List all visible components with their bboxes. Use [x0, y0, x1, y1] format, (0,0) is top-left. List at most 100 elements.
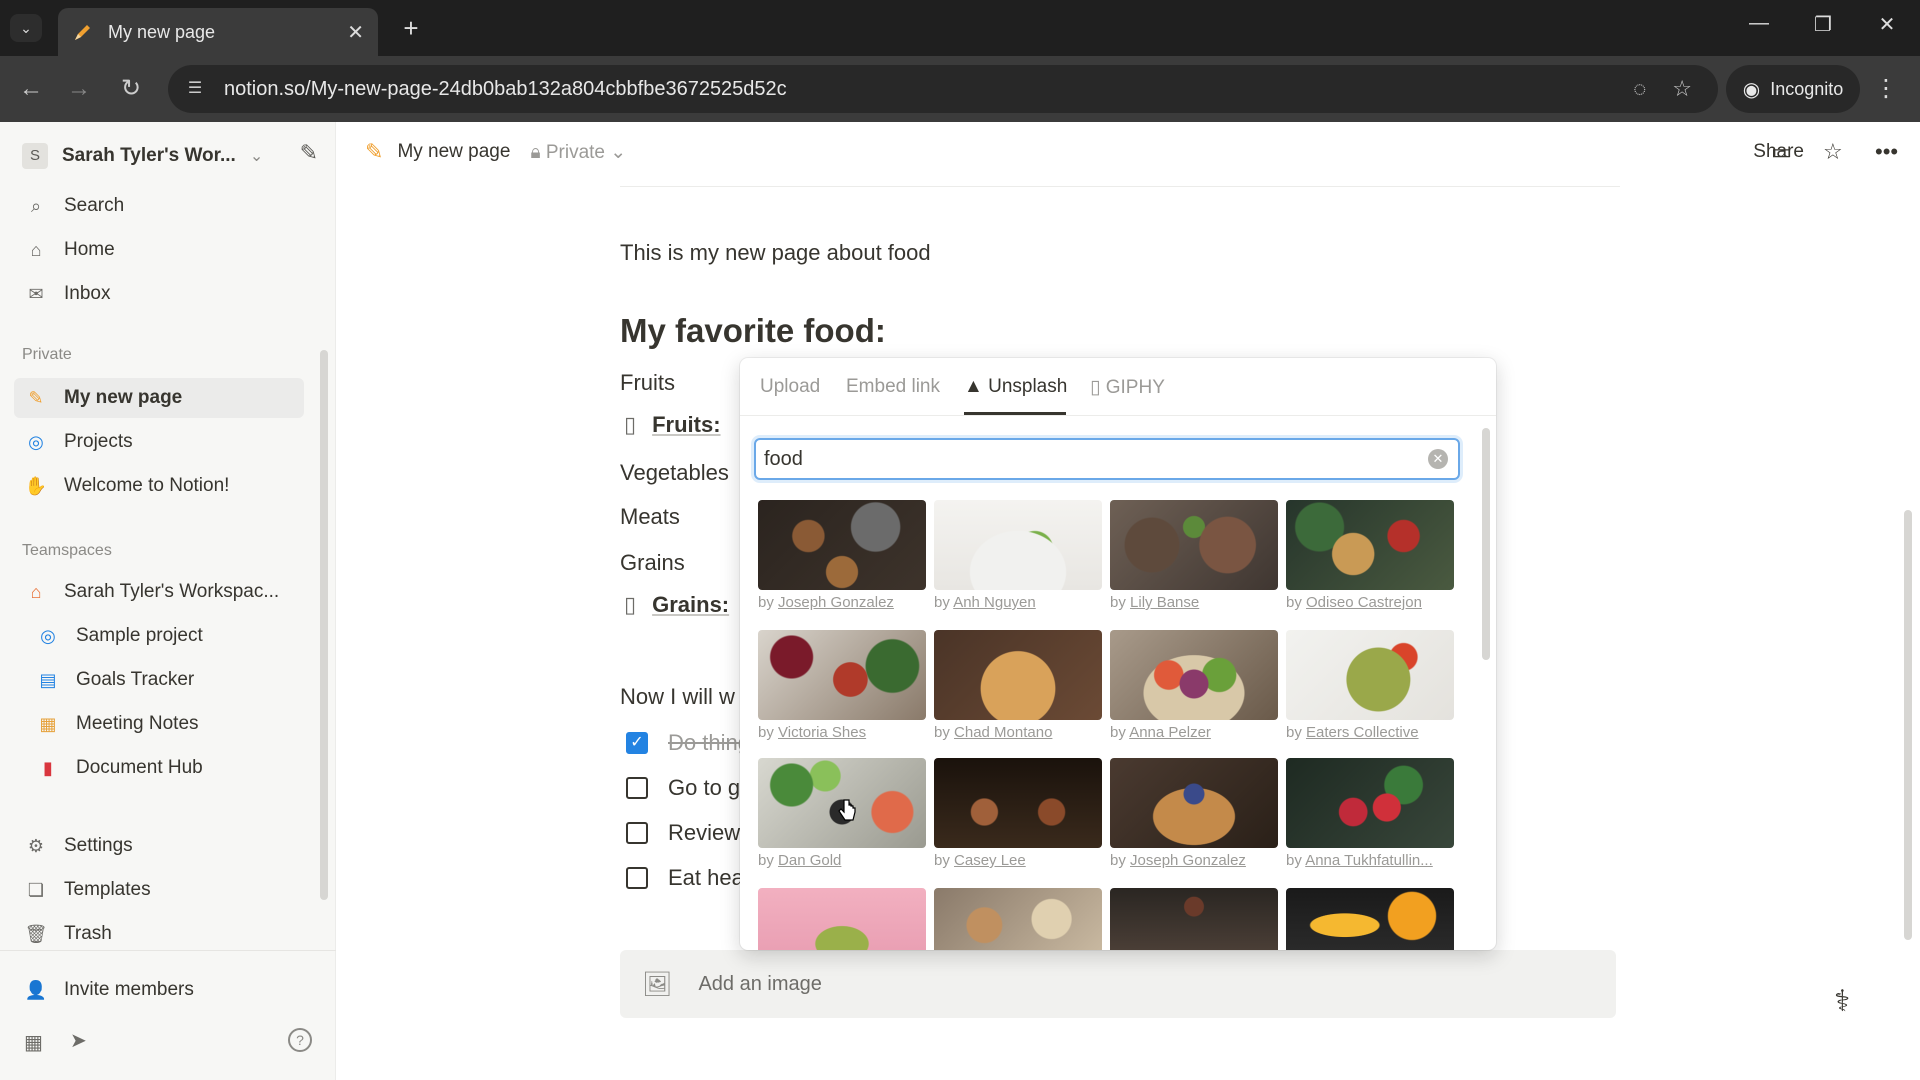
- author-link[interactable]: Anna Pelzer: [1129, 724, 1211, 741]
- tab-upload[interactable]: Upload: [760, 376, 820, 398]
- unsplash-photo[interactable]: [1110, 888, 1278, 950]
- url-text[interactable]: notion.so/My-new-page-24db0bab132a804cbb…: [224, 78, 1633, 101]
- forward-icon[interactable]: →: [64, 74, 94, 104]
- unsplash-photo[interactable]: [758, 888, 926, 950]
- reload-icon[interactable]: ↻: [116, 74, 146, 104]
- comment-icon[interactable]: ▭: [1771, 139, 1792, 165]
- clear-search-icon[interactable]: ✕: [1428, 449, 1448, 469]
- checkbox[interactable]: [626, 822, 648, 844]
- grains-subpage-link[interactable]: ▯ Grains:: [624, 592, 729, 618]
- close-window-icon[interactable]: ✕: [1872, 12, 1902, 37]
- unsplash-photo[interactable]: [1286, 500, 1454, 590]
- incognito-badge[interactable]: ◉ Incognito: [1726, 65, 1860, 113]
- unsplash-photo[interactable]: [758, 500, 926, 590]
- breadcrumb[interactable]: My new page: [397, 141, 510, 163]
- send-icon[interactable]: ➤: [70, 1028, 87, 1053]
- fruits-text[interactable]: Fruits: [620, 370, 675, 396]
- invite-members-button[interactable]: 👤 Invite members: [14, 970, 304, 1010]
- author-link[interactable]: Eaters Collective: [1306, 724, 1419, 741]
- unsplash-photo[interactable]: [1110, 630, 1278, 720]
- tab-search-button[interactable]: ⌄: [10, 14, 42, 42]
- back-icon[interactable]: ←: [16, 74, 46, 104]
- meats-text[interactable]: Meats: [620, 504, 680, 530]
- checkbox[interactable]: [626, 867, 648, 889]
- now-text[interactable]: Now I will w: [620, 684, 735, 710]
- grains-text[interactable]: Grains: [620, 550, 685, 576]
- picker-scrollbar[interactable]: [1482, 428, 1490, 660]
- favorite-star-icon[interactable]: ☆: [1823, 139, 1843, 165]
- new-tab-button[interactable]: +: [396, 14, 426, 44]
- omnibox[interactable]: ☰ notion.so/My-new-page-24db0bab132a804c…: [168, 65, 1718, 113]
- unsplash-photo[interactable]: [1286, 630, 1454, 720]
- author-link[interactable]: Victoria Shes: [778, 724, 866, 741]
- todo-item[interactable]: ✓ Do thing: [626, 730, 750, 756]
- sidebar-item-projects[interactable]: ◎ Projects: [14, 422, 304, 462]
- author-link[interactable]: Joseph Gonzalez: [1130, 852, 1246, 869]
- author-link[interactable]: Lily Banse: [1130, 594, 1199, 611]
- restore-icon[interactable]: ❐: [1808, 12, 1838, 37]
- unsplash-photo[interactable]: [934, 758, 1102, 848]
- unsplash-photo[interactable]: [1110, 500, 1278, 590]
- star-icon[interactable]: ☆: [1672, 76, 1692, 102]
- unsplash-photo[interactable]: [1286, 888, 1454, 950]
- unsplash-search-input[interactable]: [764, 447, 1404, 471]
- tab-label: Unsplash: [988, 376, 1068, 397]
- site-info-icon[interactable]: ☰: [182, 76, 208, 102]
- author-link[interactable]: Anh Nguyen: [953, 594, 1036, 611]
- sidebar-item-meeting-notes[interactable]: ▦ Meeting Notes: [26, 704, 316, 744]
- sidebar-item-search[interactable]: ⌕ Search: [14, 186, 304, 226]
- sidebar-item-teamspace[interactable]: ⌂ Sarah Tyler's Workspac...: [14, 572, 304, 612]
- ai-assistant-icon[interactable]: ⚕: [1834, 984, 1850, 1019]
- new-page-icon[interactable]: ✎: [300, 140, 318, 166]
- todo-item[interactable]: Go to gr: [626, 775, 747, 801]
- tab-giphy[interactable]: ▯ GIPHY: [1090, 376, 1165, 399]
- unsplash-photo[interactable]: [934, 630, 1102, 720]
- tab-unsplash[interactable]: ▲ Unsplash: [964, 376, 1067, 398]
- author-link[interactable]: Casey Lee: [954, 852, 1026, 869]
- sidebar-item-home[interactable]: ⌂ Home: [14, 230, 304, 270]
- unsplash-search-field[interactable]: ✕: [754, 438, 1460, 480]
- author-link[interactable]: Odiseo Castrejon: [1306, 594, 1422, 611]
- eye-off-icon[interactable]: ◌: [1633, 76, 1646, 102]
- privacy-badge[interactable]: 🔒︎ Private ⌄: [530, 141, 626, 164]
- close-tab-icon[interactable]: ✕: [347, 20, 364, 45]
- sidebar-item-trash[interactable]: 🗑 Trash: [14, 914, 304, 954]
- workspace-switcher[interactable]: S Sarah Tyler's Wor... ⌄ ✎: [22, 138, 318, 174]
- intro-text[interactable]: This is my new page about food: [620, 240, 931, 266]
- browser-menu-icon[interactable]: ⋮: [1874, 74, 1898, 103]
- unsplash-photo[interactable]: [934, 888, 1102, 950]
- main-scrollbar[interactable]: [1904, 510, 1912, 940]
- author-link[interactable]: Joseph Gonzalez: [778, 594, 894, 611]
- vegetables-text[interactable]: Vegetables: [620, 460, 729, 486]
- browser-tab[interactable]: My new page ✕: [58, 8, 378, 56]
- unsplash-photo[interactable]: [758, 630, 926, 720]
- todo-item[interactable]: Eat heal: [626, 865, 749, 891]
- sidebar-item-templates[interactable]: ❏ Templates: [14, 870, 304, 910]
- sidebar-item-my-new-page[interactable]: ✎ My new page: [14, 378, 304, 418]
- unsplash-photo[interactable]: [1286, 758, 1454, 848]
- checkbox-checked[interactable]: ✓: [626, 732, 648, 754]
- sidebar-item-welcome[interactable]: ✋ Welcome to Notion!: [14, 466, 304, 506]
- author-link[interactable]: Dan Gold: [778, 852, 841, 869]
- author-link[interactable]: Anna Tukhfatullin...: [1305, 852, 1433, 869]
- page-heading[interactable]: My favorite food:: [620, 312, 886, 350]
- sidebar-item-document-hub[interactable]: ▮ Document Hub: [26, 748, 316, 788]
- sidebar-item-settings[interactable]: ⚙ Settings: [14, 826, 304, 866]
- sidebar-item-inbox[interactable]: ✉ Inbox: [14, 274, 304, 314]
- sidebar-scrollbar[interactable]: [320, 350, 328, 900]
- help-circle-icon[interactable]: ?: [288, 1028, 312, 1052]
- projects-icon: ◎: [40, 625, 56, 646]
- unsplash-photo[interactable]: [934, 500, 1102, 590]
- sidebar-item-sample-project[interactable]: ◎ Sample project: [26, 616, 316, 656]
- fruits-subpage-link[interactable]: ▯ Fruits:: [624, 412, 721, 438]
- calendar-app-icon[interactable]: ▦: [24, 1030, 43, 1055]
- todo-item[interactable]: Review t: [626, 820, 752, 846]
- tab-embed-link[interactable]: Embed link: [846, 376, 940, 398]
- checkbox[interactable]: [626, 777, 648, 799]
- more-icon[interactable]: •••: [1875, 139, 1898, 165]
- add-image-block[interactable]: 🖼︎ Add an image: [620, 950, 1616, 1018]
- minimize-icon[interactable]: —: [1744, 12, 1774, 35]
- unsplash-photo[interactable]: [1110, 758, 1278, 848]
- author-link[interactable]: Chad Montano: [954, 724, 1052, 741]
- sidebar-item-goals-tracker[interactable]: ▤ Goals Tracker: [26, 660, 316, 700]
